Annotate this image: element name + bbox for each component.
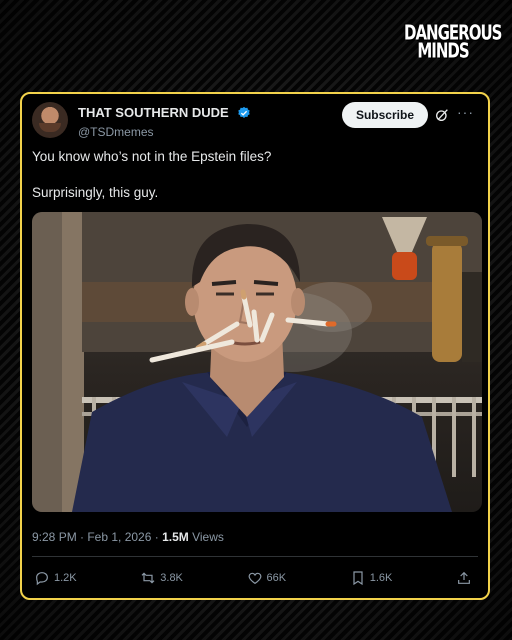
tweet-text: You know who’s not in the Epstein files?… bbox=[32, 148, 478, 220]
action-bar: 1.2K 3.8K 66K 1.6K bbox=[34, 568, 476, 588]
bookmark-count: 1.6K bbox=[369, 572, 393, 584]
reply-icon bbox=[36, 572, 48, 586]
post-metadata: 9:28 PM · Feb 1, 2026 · 1.5M Views bbox=[32, 530, 224, 544]
like-count: 66K bbox=[266, 572, 287, 584]
repost-count: 3.8K bbox=[160, 572, 183, 584]
bookmark-button[interactable]: 1.6K bbox=[350, 570, 393, 586]
dangerous-minds-logo: DANGEROUS MINDS bbox=[404, 20, 502, 64]
author-info: THAT SOUTHERN DUDE @TSDmemes bbox=[78, 104, 251, 139]
post-media-image[interactable] bbox=[32, 212, 482, 512]
avatar[interactable] bbox=[32, 102, 68, 138]
share-icon bbox=[458, 571, 470, 584]
post-header: THAT SOUTHERN DUDE @TSDmemes Subscribe ·… bbox=[32, 102, 478, 142]
views-count: 1.5M bbox=[162, 530, 189, 544]
heart-icon bbox=[248, 572, 261, 585]
views-label: Views bbox=[188, 530, 224, 544]
repost-icon bbox=[141, 572, 155, 584]
divider bbox=[32, 556, 478, 557]
handle[interactable]: @TSDmemes bbox=[78, 125, 251, 139]
man-smoking-photo bbox=[32, 212, 482, 512]
tweet-text-line: You know who’s not in the Epstein files? bbox=[32, 149, 272, 164]
repost-button[interactable]: 3.8K bbox=[140, 570, 183, 586]
post-timestamp[interactable]: 9:28 PM · Feb 1, 2026 · bbox=[32, 530, 162, 544]
like-button[interactable]: 66K bbox=[247, 570, 287, 586]
more-options-icon[interactable]: ··· bbox=[457, 104, 474, 120]
bookmark-icon bbox=[353, 571, 363, 586]
post-card: THAT SOUTHERN DUDE @TSDmemes Subscribe ·… bbox=[20, 92, 490, 600]
reply-count: 1.2K bbox=[54, 572, 77, 584]
display-name[interactable]: THAT SOUTHERN DUDE bbox=[78, 105, 229, 120]
grok-icon[interactable] bbox=[434, 107, 450, 123]
reply-button[interactable]: 1.2K bbox=[34, 570, 77, 586]
tweet-text-line: Surprisingly, this guy. bbox=[32, 185, 159, 200]
verified-badge-icon bbox=[238, 106, 250, 118]
share-button[interactable] bbox=[456, 570, 476, 586]
subscribe-button[interactable]: Subscribe bbox=[341, 102, 428, 128]
